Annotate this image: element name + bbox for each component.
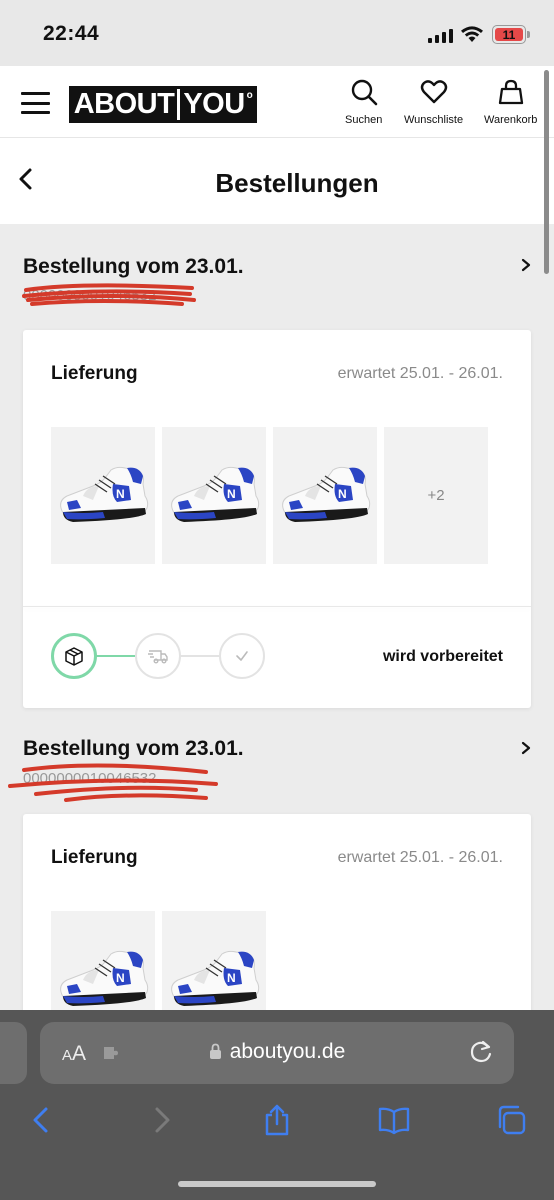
page-title: Bestellungen xyxy=(215,168,379,198)
search-button[interactable]: Suchen xyxy=(345,78,382,126)
redaction-scribble xyxy=(22,283,196,306)
bookmarks-button[interactable] xyxy=(374,1100,414,1140)
chevron-left-icon xyxy=(33,1107,48,1133)
delivery-estimate: erwartet 25.01. - 26.01. xyxy=(337,365,503,382)
more-items-tile[interactable]: +2 xyxy=(384,427,488,564)
site-header: ABOUT YOU o Suchen Wunschliste Warenkorb xyxy=(0,66,554,138)
redaction-scribble xyxy=(8,763,218,802)
status-bar: 22:44 11 xyxy=(0,0,554,66)
chevron-right-icon[interactable] xyxy=(520,258,532,272)
forward-button[interactable] xyxy=(141,1100,181,1140)
cart-button[interactable]: Warenkorb xyxy=(484,78,537,126)
step-delivered xyxy=(219,633,265,679)
address-bar[interactable]: AA aboutyou.de xyxy=(40,1022,514,1084)
bag-icon xyxy=(498,79,523,105)
delivery-estimate: erwartet 25.01. - 26.01. xyxy=(337,849,503,866)
chevron-right-icon[interactable] xyxy=(520,741,532,755)
shipment-progress xyxy=(51,633,271,679)
more-items-count: +2 xyxy=(427,487,445,504)
wishlist-button[interactable]: Wunschliste xyxy=(404,78,463,126)
lock-icon xyxy=(209,1043,221,1059)
signal-icon xyxy=(428,29,453,43)
tabs-icon xyxy=(498,1105,526,1135)
step-prepared xyxy=(51,633,97,679)
product-image[interactable] xyxy=(273,427,377,564)
book-icon xyxy=(378,1107,410,1135)
logo-about: ABOUT xyxy=(73,88,175,120)
wishlist-label: Wunschliste xyxy=(404,114,464,126)
status-time: 22:44 xyxy=(43,22,100,45)
cart-label: Warenkorb xyxy=(484,114,538,126)
about-you-logo[interactable]: ABOUT YOU o xyxy=(69,86,257,123)
browser-toolbar: AA aboutyou.de xyxy=(0,1010,554,1200)
logo-you: YOU xyxy=(183,88,245,120)
reload-icon[interactable] xyxy=(468,1039,494,1065)
shipment-label: Lieferung xyxy=(51,363,138,384)
order-title[interactable]: Bestellung vom 23.01. xyxy=(23,737,244,761)
share-button[interactable] xyxy=(257,1100,297,1140)
home-indicator xyxy=(178,1181,376,1187)
divider xyxy=(23,606,531,607)
search-label: Suchen xyxy=(345,114,383,126)
product-image[interactable] xyxy=(162,427,266,564)
heart-icon xyxy=(420,80,447,104)
share-icon xyxy=(265,1104,289,1136)
page-header: Bestellungen xyxy=(0,138,554,224)
shipment-status: wird vorbereitet xyxy=(382,648,503,665)
url-text: aboutyou.de xyxy=(40,1040,514,1064)
chevron-right-icon xyxy=(155,1107,170,1133)
order-title[interactable]: Bestellung vom 23.01. xyxy=(23,255,244,279)
previous-tab-preview[interactable] xyxy=(0,1022,27,1084)
menu-icon[interactable] xyxy=(21,92,50,114)
battery-level: 11 xyxy=(495,28,523,42)
search-icon xyxy=(351,79,377,106)
step-shipped xyxy=(135,633,181,679)
battery-icon: 11 xyxy=(492,25,530,44)
scrollbar[interactable] xyxy=(544,70,549,274)
truck-icon xyxy=(148,650,168,664)
shipment-label: Lieferung xyxy=(51,847,138,868)
check-icon xyxy=(236,651,248,661)
package-icon xyxy=(65,647,83,666)
url-label: aboutyou.de xyxy=(229,1040,346,1063)
wifi-icon xyxy=(461,26,483,42)
tabs-button[interactable] xyxy=(491,1100,531,1140)
product-image[interactable] xyxy=(51,427,155,564)
back-button[interactable] xyxy=(22,1100,62,1140)
shipment-card[interactable]: Lieferung erwartet 25.01. - 26.01. +2 wi… xyxy=(23,330,531,708)
product-thumbnails: +2 xyxy=(51,427,488,564)
